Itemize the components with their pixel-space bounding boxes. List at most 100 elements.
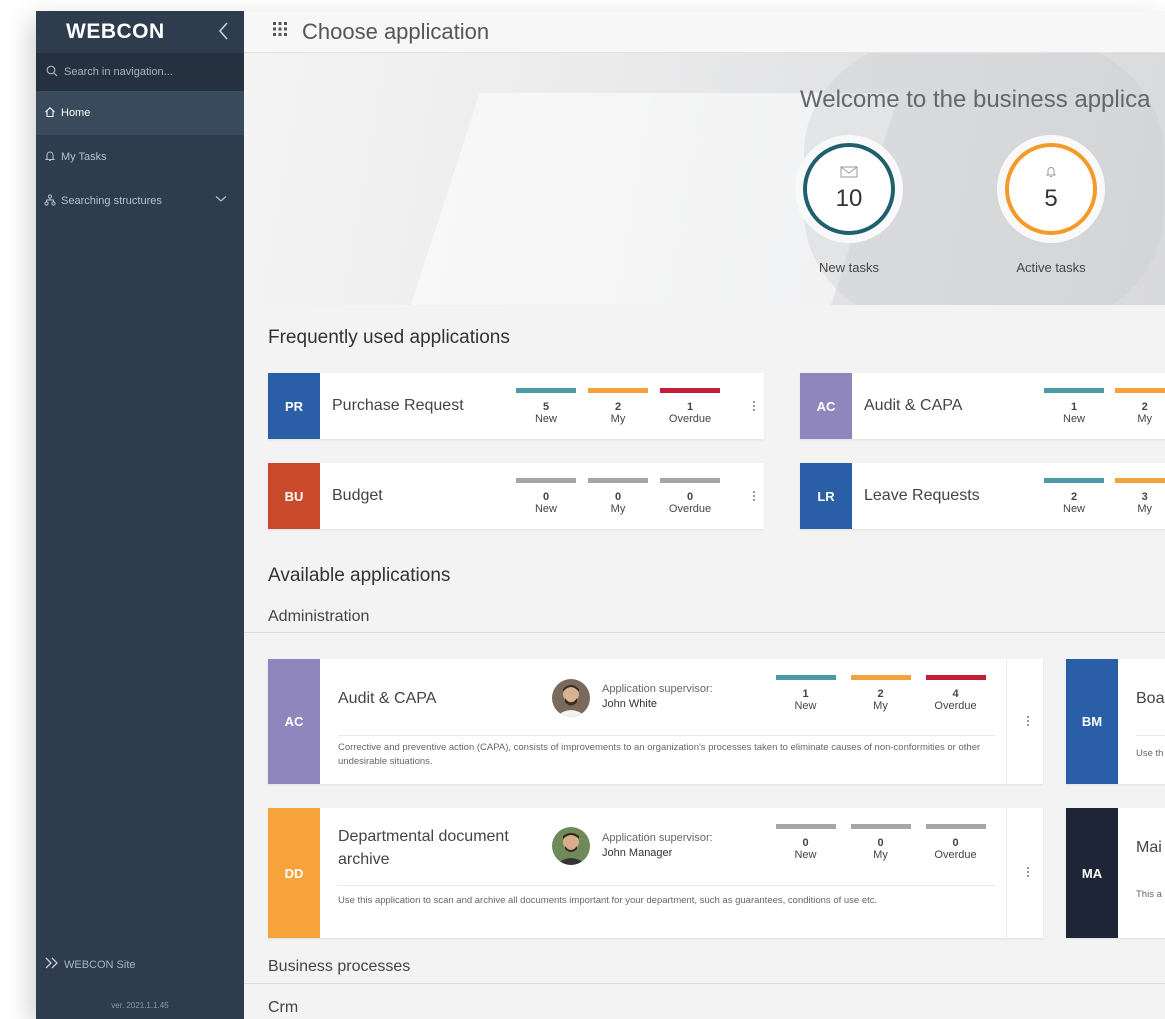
counter-label: Active tasks (1016, 260, 1086, 275)
search-placeholder: Search in navigation... (64, 66, 173, 78)
more-options-icon[interactable] (748, 490, 760, 502)
available-app-card[interactable]: DD Departmental document archive Applica… (268, 808, 1043, 938)
frequent-app-card[interactable]: BU Budget 0 New 0 My 0 Overdue (268, 463, 764, 529)
more-options-icon[interactable] (1022, 715, 1034, 727)
sidebar-item-label: My Tasks (61, 151, 107, 163)
stat-overdue[interactable]: 0 Overdue (918, 824, 993, 861)
stat-new[interactable]: 0 New (768, 824, 843, 861)
card-separator (1006, 659, 1007, 784)
supervisor-name: John Manager (602, 847, 673, 859)
stat-new[interactable]: 5 New (510, 387, 582, 425)
sidebar-item-home[interactable]: Home (36, 91, 244, 135)
stat-my[interactable]: 0 My (582, 477, 654, 515)
card-divider (1136, 735, 1165, 736)
sidebar-item-label: Home (61, 107, 91, 119)
collapse-sidebar-icon[interactable] (214, 19, 234, 43)
counter-value: 5 (1044, 185, 1058, 212)
app-badge: BU (268, 463, 320, 529)
sidebar-item-searching-structures[interactable]: Searching structures (36, 179, 244, 223)
available-app-card[interactable]: MA Mai This a (1066, 808, 1165, 938)
available-app-card[interactable]: AC Audit & CAPA Application supervisor: … (268, 659, 1043, 784)
supervisor-label: Application supervisor: (602, 683, 713, 695)
top-bar: Choose application (244, 11, 1165, 53)
card-divider (338, 735, 995, 736)
counter-label: New tasks (819, 260, 879, 275)
version-label: ver. 2021.1.1.45 (111, 1001, 169, 1010)
supervisor-name: John White (602, 698, 658, 710)
frequent-apps-heading: Frequently used applications (268, 327, 510, 348)
stat-my[interactable]: 2 My (1109, 387, 1165, 425)
stat-overdue[interactable]: 4 Overdue (918, 675, 993, 712)
app-badge: PR (268, 373, 320, 439)
frequent-app-card[interactable]: PR Purchase Request 5 New 2 My 1 Overdue (268, 373, 764, 439)
frequent-app-card[interactable]: LR Leave Requests 2 New 3 My (800, 463, 1165, 529)
app-badge: AC (800, 373, 852, 439)
double-chevron-right-icon (44, 957, 64, 972)
webcon-logo[interactable]: WEBCON (66, 20, 165, 44)
stat-my[interactable]: 3 My (1109, 477, 1165, 515)
search-icon (46, 65, 64, 80)
app-name: Audit & CAPA (338, 690, 437, 707)
stat-new[interactable]: 1 New (768, 675, 843, 712)
webcon-site-link[interactable]: WEBCON Site (44, 957, 136, 972)
sidebar: WEBCON Search in navigation... Home My T… (36, 11, 244, 1019)
stat-my[interactable]: 2 My (843, 675, 918, 712)
stat-new[interactable]: 0 New (510, 477, 582, 515)
app-badge: MA (1066, 808, 1118, 938)
app-badge: BM (1066, 659, 1118, 784)
group-business-processes[interactable]: Business processes (268, 958, 410, 976)
counter-ring: 10 (803, 143, 895, 235)
app-name: Mai (1136, 839, 1162, 856)
bell-icon (44, 150, 61, 165)
counter-value: 10 (835, 185, 863, 212)
main-content: Choose application Welcome to the busine… (244, 11, 1165, 1019)
sidebar-item-label: Searching structures (61, 195, 162, 207)
supervisor-avatar (552, 827, 590, 865)
app-launcher-icon[interactable] (272, 21, 288, 42)
page-title: Choose application (302, 18, 490, 44)
more-options-icon[interactable] (1022, 866, 1034, 878)
navigation-search-input[interactable]: Search in navigation... (36, 53, 244, 91)
supervisor-label: Application supervisor: (602, 832, 713, 844)
home-icon (44, 106, 61, 121)
supervisor-avatar (552, 679, 590, 717)
app-name: Departmental document archive (338, 828, 509, 868)
chevron-down-icon[interactable] (215, 194, 232, 206)
stat-new[interactable]: 1 New (1039, 387, 1110, 425)
stat-overdue[interactable]: 1 Overdue (654, 387, 726, 425)
welcome-banner: Welcome to the business applica 10 New t… (244, 53, 1165, 305)
app-stats: 0 New 0 My 0 Overdue (768, 824, 993, 861)
stat-overdue[interactable]: 0 Overdue (654, 477, 726, 515)
sidebar-item-my-tasks[interactable]: My Tasks (36, 135, 244, 179)
app-stats: 1 New 2 My 4 Overdue (768, 675, 993, 712)
app-name: Boa (1136, 690, 1165, 707)
structure-icon (44, 193, 61, 209)
available-apps-heading: Available applications (268, 565, 451, 586)
group-crm[interactable]: Crm (268, 999, 298, 1017)
webcon-site-label: WEBCON Site (64, 958, 136, 971)
new-tasks-counter[interactable]: 10 (795, 135, 903, 243)
stat-my[interactable]: 0 My (843, 824, 918, 861)
stat-my[interactable]: 2 My (582, 387, 654, 425)
app-description: Use this application to scan and archive… (338, 895, 878, 906)
app-description: Corrective and preventive action (CAPA),… (338, 742, 981, 767)
counter-ring: 5 (1005, 143, 1097, 235)
app-name: Budget (332, 487, 383, 504)
card-divider (338, 885, 995, 886)
app-window: WEBCON Search in navigation... Home My T… (36, 11, 1165, 1019)
sidebar-header: WEBCON (36, 11, 244, 53)
divider (244, 983, 1165, 984)
card-separator (1006, 808, 1007, 938)
group-administration[interactable]: Administration (268, 608, 369, 626)
active-tasks-counter[interactable]: 5 (997, 135, 1105, 243)
frequent-app-card[interactable]: AC Audit & CAPA 1 New 2 My (800, 373, 1165, 439)
app-name: Leave Requests (864, 487, 980, 504)
app-name: Audit & CAPA (864, 397, 963, 414)
available-app-card[interactable]: BM Boa Use th (1066, 659, 1165, 784)
app-badge: LR (800, 463, 852, 529)
bell-icon (1045, 165, 1057, 183)
app-name: Purchase Request (332, 397, 464, 414)
welcome-heading: Welcome to the business applica (800, 86, 1151, 113)
more-options-icon[interactable] (748, 400, 760, 412)
stat-new[interactable]: 2 New (1039, 477, 1110, 515)
